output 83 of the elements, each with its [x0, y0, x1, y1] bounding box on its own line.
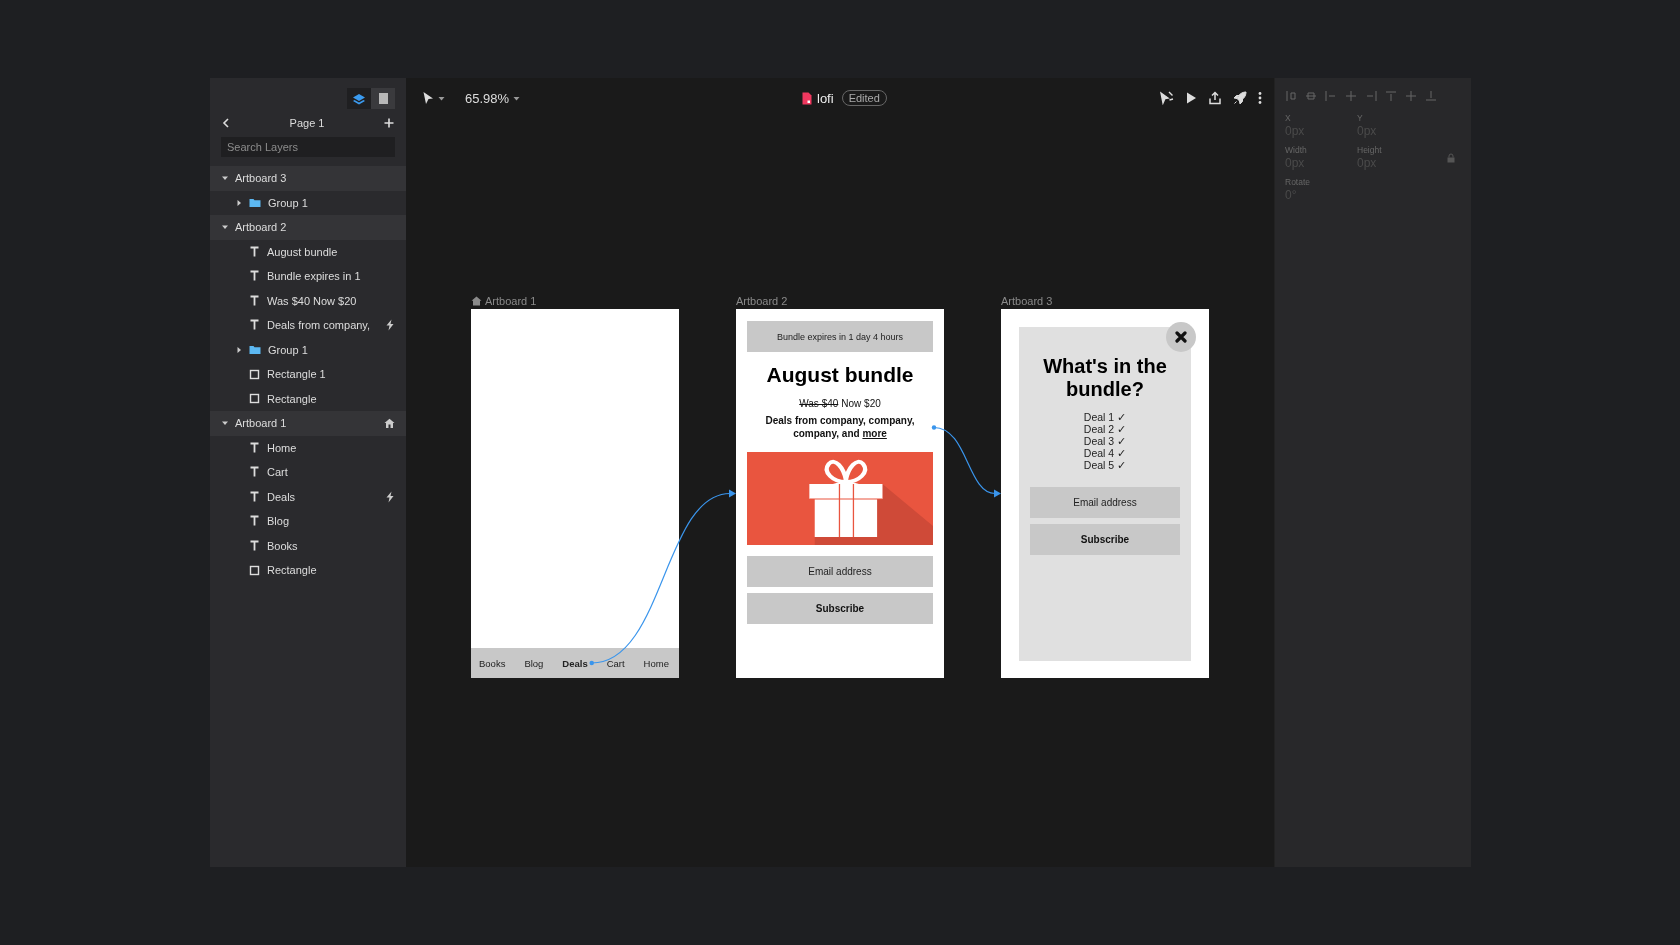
countdown-banner: Bundle expires in 1 day 4 hours	[747, 321, 933, 352]
rectangle-layer-icon	[249, 564, 260, 576]
text-layer-icon	[249, 319, 260, 332]
layers-icon	[352, 92, 366, 105]
artboard-row[interactable]: Artboard 2	[210, 215, 406, 240]
deal-item: Deal 2 ✓	[1082, 423, 1128, 435]
expand-arrow-icon[interactable]	[235, 198, 243, 207]
layer-name[interactable]: Deals	[267, 490, 296, 503]
select-tool-button[interactable]	[422, 91, 445, 105]
layer-name[interactable]: Group 1	[268, 343, 308, 356]
close-icon	[1175, 331, 1187, 343]
text-layer-icon	[249, 270, 260, 283]
file-icon	[802, 91, 812, 105]
layers-tab[interactable]	[347, 88, 371, 109]
caret-icon	[438, 95, 445, 101]
subscribe-button[interactable]: Subscribe	[747, 593, 933, 624]
document-title: lofi	[817, 90, 834, 106]
rectangle-layer-icon	[249, 393, 260, 405]
nav-label: Blog	[524, 657, 544, 669]
layer-name[interactable]: Group 1	[268, 196, 308, 209]
layer-name[interactable]: Artboard 2	[235, 221, 287, 234]
subscribe-button[interactable]: Subscribe	[1030, 524, 1180, 555]
close-button[interactable]	[1166, 322, 1196, 352]
artboard-row[interactable]: Artboard 1	[210, 411, 406, 436]
layer-name[interactable]: Artboard 1	[235, 417, 287, 430]
layer-name[interactable]: Cart	[267, 466, 288, 479]
nav-label: Cart	[606, 657, 625, 669]
folder-icon	[249, 344, 261, 356]
text-layer-icon	[249, 441, 260, 454]
folder-icon	[249, 197, 261, 209]
deal-item: Deal 4 ✓	[1082, 447, 1128, 459]
page-title: Page 1	[289, 117, 325, 129]
layer-name[interactable]: Artboard 3	[235, 172, 287, 185]
connector-arrow	[933, 426, 1001, 498]
deal-item: Deal 3 ✓	[1082, 435, 1128, 447]
deal-item: Deal 1 ✓	[1082, 411, 1128, 423]
back-icon[interactable]	[222, 118, 230, 128]
old-price: Was $40	[799, 397, 839, 410]
zoom-dropdown[interactable]: 65.98%	[465, 90, 521, 106]
text-layer-icon	[249, 515, 260, 528]
layer-name[interactable]: Bundle expires in 1	[267, 270, 361, 283]
add-icon[interactable]	[384, 118, 394, 128]
text-layer-icon	[249, 245, 260, 258]
assets-tab[interactable]	[371, 88, 395, 109]
caret-icon	[513, 95, 521, 101]
text-layer-icon	[249, 490, 260, 503]
search-field[interactable]: Search Layers	[221, 137, 395, 157]
layer-name[interactable]: Books	[267, 539, 298, 552]
new-price: Now $20	[841, 397, 881, 410]
expand-arrow-icon[interactable]	[235, 345, 243, 354]
description: Deals from company, company, company, and more	[764, 415, 916, 440]
artboard-row[interactable]: Artboard 3	[210, 166, 406, 191]
layer-name[interactable]: Home	[267, 441, 297, 454]
pointer-icon	[422, 91, 434, 105]
email-field[interactable]: Email address	[747, 556, 933, 587]
rocket-icon[interactable]	[1233, 91, 1247, 105]
artboard-label[interactable]: Artboard 3	[1001, 295, 1053, 307]
more-icon[interactable]	[1258, 91, 1262, 105]
play-icon[interactable]	[1185, 91, 1197, 105]
share-icon[interactable]	[1208, 91, 1222, 105]
rectangle-layer-icon	[249, 368, 260, 380]
page-icon	[376, 92, 390, 105]
nav-label: Books	[479, 657, 506, 669]
headline: What's in the bundle?	[1042, 355, 1168, 401]
cursor-icon[interactable]	[1160, 91, 1174, 105]
text-layer-icon	[249, 539, 260, 552]
layer-name[interactable]: Deals from company,	[267, 319, 371, 332]
email-field[interactable]: Email address	[1030, 487, 1180, 518]
text-layer-icon	[249, 466, 260, 479]
text-layer-icon	[249, 294, 260, 307]
more-link[interactable]: more	[862, 427, 887, 439]
layer-name[interactable]: Rectangle	[267, 564, 317, 577]
nav-label: Home	[643, 657, 669, 669]
headline: August bundle	[765, 362, 915, 388]
layer-name[interactable]: Was $40 Now $20	[267, 294, 357, 307]
layer-name[interactable]: August bundle	[267, 245, 338, 258]
layer-name[interactable]: Rectangle	[267, 392, 317, 405]
artboard-label[interactable]: Artboard 2	[736, 295, 788, 307]
nav-label: Deals	[562, 657, 588, 669]
artboard-label[interactable]: Artboard 1	[485, 295, 537, 307]
deal-item: Deal 5 ✓	[1082, 459, 1128, 471]
layer-name[interactable]: Rectangle 1	[267, 368, 326, 381]
layer-name[interactable]: Blog	[267, 515, 290, 528]
